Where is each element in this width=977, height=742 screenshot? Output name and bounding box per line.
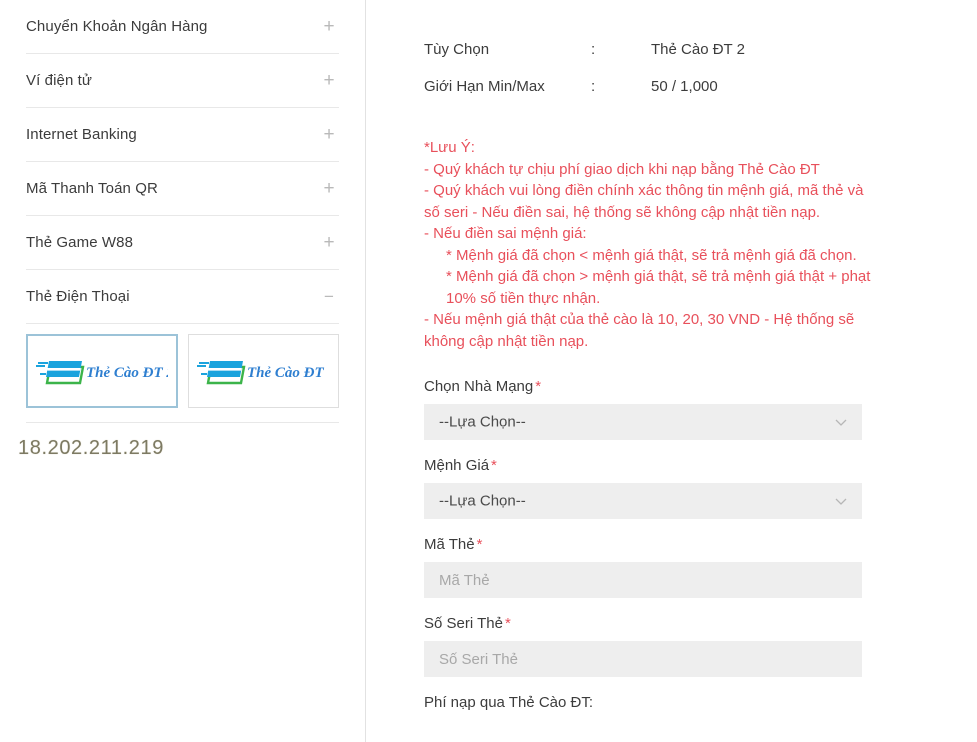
text-input[interactable]: [424, 641, 862, 677]
card-option-0[interactable]: Thẻ Cào ĐT 2: [26, 334, 178, 408]
form-field-2: Mã Thẻ *: [424, 536, 977, 598]
plus-icon[interactable]: +: [321, 17, 337, 36]
notice-line: - Nếu điền sai mệnh giá:: [424, 225, 587, 242]
plus-icon[interactable]: +: [321, 71, 337, 90]
summary-value: 50 / 1,000: [651, 78, 718, 95]
accordion-item-4[interactable]: Thẻ Game W88 +: [26, 216, 339, 270]
required-asterisk: *: [504, 615, 511, 632]
form-field-0: Chọn Nhà Mạng * --Lựa Chọn--: [424, 378, 977, 440]
deposit-form-panel: W88vn.com Tùy Chọn:Thẻ Cào ĐT 2Giới Hạn …: [366, 0, 977, 742]
ip-address-label: 18.202.211.219: [18, 437, 164, 459]
accordion-item-label: Internet Banking: [26, 126, 137, 143]
plus-icon[interactable]: +: [321, 179, 337, 198]
select-control[interactable]: --Lựa Chọn--: [424, 483, 862, 519]
summary-label: Giới Hạn Min/Max: [424, 78, 545, 95]
accordion-item-label: Mã Thanh Toán QR: [26, 180, 158, 197]
option-summary: Tùy Chọn: Thẻ Cào ĐT 2 Giới Hạn Min/Max: 50…: [424, 41, 977, 115]
the-cao-dt-logo-icon: Thẻ Cào ĐT: [197, 361, 325, 385]
select-value: --Lựa Chọn--: [439, 413, 526, 431]
summary-colon: :: [591, 41, 596, 58]
card-option-1[interactable]: Thẻ Cào ĐT: [187, 334, 339, 408]
summary-row: Giới Hạn Min/Max: 50 / 1,000: [424, 78, 977, 115]
field-label-text: Số Seri Thẻ: [424, 615, 503, 632]
accordion-item-label: Ví điện tử: [26, 72, 93, 89]
select-value: --Lựa Chọn--: [439, 492, 526, 510]
card-option-panel: Thẻ Cào ĐT 2 Thẻ Cào ĐT: [0, 324, 365, 408]
form-field-1: Mệnh Giá * --Lựa Chọn--: [424, 457, 977, 519]
field-label: Chọn Nhà Mạng *: [424, 378, 977, 395]
payment-deposit-page: Chuyển Khoản Ngân Hàng + Ví điện tử + Intern…: [0, 0, 977, 742]
accordion-item-2[interactable]: Internet Banking +: [26, 108, 339, 162]
required-asterisk: *: [476, 536, 483, 553]
summary-label: Tùy Chọn: [424, 41, 490, 58]
summary-value: Thẻ Cào ĐT 2: [651, 41, 745, 58]
field-label: Mã Thẻ *: [424, 536, 977, 553]
payment-method-sidebar: Chuyển Khoản Ngân Hàng + Ví điện tử + Intern…: [0, 0, 366, 742]
topup-form: Chọn Nhà Mạng * --Lựa Chọn-- Mệnh Giá * --Lựa…: [424, 378, 977, 711]
accordion-item-3[interactable]: Mã Thanh Toán QR +: [26, 162, 339, 216]
important-notice: *Lưu Ý: - Quý khách tự chịu phí giao dịch…: [424, 137, 876, 352]
accordion-item-label: Thẻ Điện Thoại: [26, 288, 130, 305]
summary-colon: :: [591, 78, 596, 95]
select-control[interactable]: --Lựa Chọn--: [424, 404, 862, 440]
text-input-control[interactable]: [424, 562, 862, 598]
notice-line: * Mệnh giá đã chọn < mệnh giá thật, sẽ t…: [446, 246, 857, 264]
notice-line: * Mệnh giá đã chọn > mệnh giá thật, sẽ t…: [446, 268, 871, 307]
accordion-item-0[interactable]: Chuyển Khoản Ngân Hàng +: [26, 0, 339, 54]
required-asterisk: *: [491, 457, 497, 474]
field-label-text: Mệnh Giá: [424, 457, 490, 474]
accordion-item-label: Thẻ Game W88: [26, 234, 134, 251]
chevron-down-icon: [835, 498, 847, 505]
accordion-item-1[interactable]: Ví điện tử +: [26, 54, 339, 108]
form-field-3: Số Seri Thẻ *: [424, 615, 977, 677]
required-asterisk: *: [535, 378, 542, 395]
summary-row: Tùy Chọn: Thẻ Cào ĐT 2: [424, 41, 977, 78]
notice-line: - Quý khách tự chịu phí giao dịch khi nạ…: [424, 160, 820, 178]
text-input[interactable]: [424, 562, 862, 598]
the-cao-dt-logo-icon: Thẻ Cào ĐT 2: [35, 361, 168, 385]
chevron-down-icon: [835, 419, 847, 426]
notice-line: - Quý khách vui lòng điền chính xác thôn…: [424, 182, 864, 221]
notice-line: *Lưu Ý:: [424, 139, 475, 156]
minus-icon[interactable]: −: [321, 288, 337, 305]
notice-line: - Nếu mệnh giá thật của thẻ cào là 10, 2…: [424, 311, 855, 350]
panel-divider: [26, 422, 339, 423]
accordion-item-label: Chuyển Khoản Ngân Hàng: [26, 18, 208, 35]
svg-text:Thẻ Cào ĐT: Thẻ Cào ĐT: [247, 365, 325, 381]
field-label-text: Chọn Nhà Mạng: [424, 378, 534, 395]
plus-icon[interactable]: +: [321, 125, 337, 144]
svg-text:Thẻ Cào ĐT 2: Thẻ Cào ĐT 2: [86, 365, 168, 381]
plus-icon[interactable]: +: [321, 233, 337, 252]
field-label-text: Mã Thẻ: [424, 536, 475, 553]
payment-method-accordion: Chuyển Khoản Ngân Hàng + Ví điện tử + Intern…: [0, 0, 365, 324]
text-input-control[interactable]: [424, 641, 862, 677]
fee-label: Phí nạp qua Thẻ Cào ĐT:: [424, 694, 593, 711]
field-label: Mệnh Giá *: [424, 457, 977, 474]
accordion-item-5[interactable]: Thẻ Điện Thoại −: [26, 270, 339, 324]
field-label: Số Seri Thẻ *: [424, 615, 977, 632]
